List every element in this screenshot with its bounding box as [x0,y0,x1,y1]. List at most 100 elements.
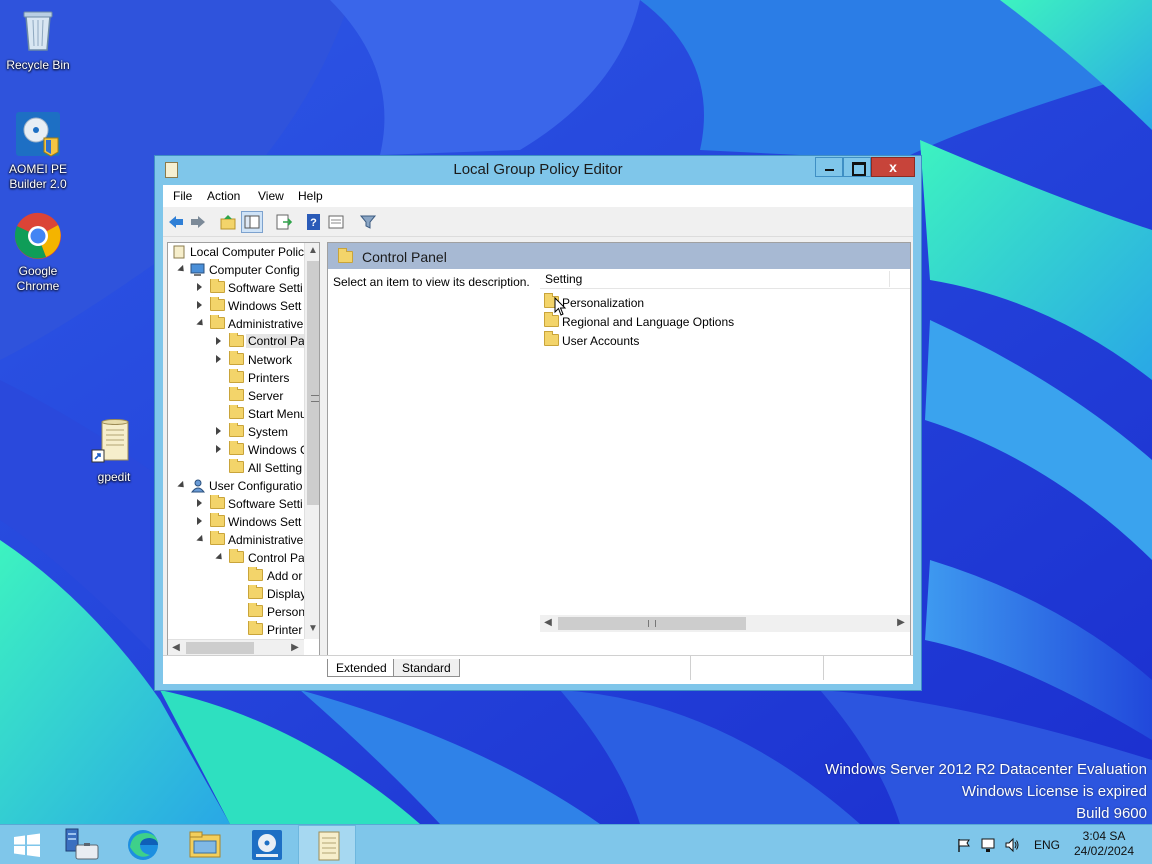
tree-item-administrative-templates[interactable]: Administrative [168,315,304,333]
up-folder-icon[interactable] [219,213,237,231]
taskbar: ENG 3:04 SA 24/02/2024 [0,824,1152,864]
tree-item-user-control-panel[interactable]: Control Pa [168,549,304,567]
expand-arrow-icon[interactable] [197,301,202,309]
tree-horizontal-scroll-thumb[interactable] [186,642,254,654]
aomei-disc-icon [252,830,282,860]
title-bar[interactable]: Local Group Policy Editor x [155,156,921,184]
collapse-arrow-icon[interactable] [196,318,206,329]
desktop-icon-aomei-pe-builder[interactable]: AOMEI PE Builder 2.0 [0,110,76,192]
clock-date: 24/02/2024 [1073,844,1135,858]
tree-item-windows-settings[interactable]: Windows Sett [168,297,304,315]
tree-horizontal-scrollbar[interactable]: ◀ ▶ [168,639,304,655]
tree-item-printers[interactable]: Printers [168,369,304,387]
tree-item-local-computer-policy[interactable]: Local Computer Polic [168,243,304,261]
tree-item-windows-components[interactable]: Windows C [168,441,304,459]
desktop-icon-gpedit[interactable]: gpedit [76,418,152,485]
tab-standard[interactable]: Standard [393,659,460,677]
tree-item-network[interactable]: Network [168,351,304,369]
computer-icon [190,263,205,276]
collapse-arrow-icon[interactable] [196,534,206,545]
folder-icon [229,549,244,563]
expand-arrow-icon[interactable] [216,337,221,345]
network-icon[interactable] [980,837,996,853]
taskbar-file-explorer[interactable] [176,825,234,864]
console-tree-pane[interactable]: Local Computer Polic Computer Config Sof… [167,242,320,656]
tree-item-label: Software Setti [228,497,303,511]
maximize-button[interactable] [843,157,871,177]
volume-icon[interactable] [1004,837,1020,853]
back-arrow-icon[interactable] [167,213,185,231]
tab-extended[interactable]: Extended [327,659,396,677]
scroll-right-icon[interactable]: ▶ [893,615,909,631]
desktop-icon-google-chrome[interactable]: Google Chrome [0,212,76,294]
taskbar-edge[interactable] [114,825,172,864]
tree-item-control-panel[interactable]: Control Pa [168,333,304,351]
expand-arrow-icon[interactable] [216,355,221,363]
tree-item-user-configuration[interactable]: User Configuratio [168,477,304,495]
tree-item-user-administrative-templates[interactable]: Administrative [168,531,304,549]
menu-action[interactable]: Action [207,189,240,203]
start-button[interactable] [0,825,58,864]
close-button[interactable]: x [871,157,915,177]
gpedit-scroll-icon [318,831,340,861]
menu-help[interactable]: Help [298,189,323,203]
taskbar-clock[interactable]: 3:04 SA 24/02/2024 [1066,829,1142,859]
tree-item-display[interactable]: Display [168,585,304,603]
tree-item-computer-configuration[interactable]: Computer Config [168,261,304,279]
tree-item-software-settings[interactable]: Software Setti [168,279,304,297]
tree-item-label: Printers [248,371,290,385]
expand-arrow-icon[interactable] [197,283,202,291]
tree-item-user-windows-settings[interactable]: Windows Sett [168,513,304,531]
taskbar-gpedit[interactable] [298,825,356,864]
tree-item-label: Person [267,605,304,619]
expand-arrow-icon[interactable] [197,517,202,525]
scroll-down-icon[interactable]: ▼ [305,621,319,637]
tree-item-system[interactable]: System [168,423,304,441]
collapse-arrow-icon[interactable] [177,480,187,491]
scroll-right-icon[interactable]: ▶ [287,640,303,655]
tree-item-all-settings[interactable]: All Setting [168,459,304,477]
show-hide-tree-button[interactable] [241,211,263,233]
tree-item-label: Computer Config [209,263,300,277]
properties-icon[interactable] [327,213,345,231]
folder-icon [229,405,244,419]
tree-item-start-menu[interactable]: Start Menu [168,405,304,423]
tree-vertical-scroll-thumb[interactable] [307,261,319,505]
scroll-up-icon[interactable]: ▲ [305,243,319,259]
taskbar-server-manager[interactable] [56,825,114,864]
tree-item-printers-user[interactable]: Printer [168,621,304,639]
collapse-arrow-icon[interactable] [215,552,225,563]
folder-icon [210,279,225,293]
collapse-arrow-icon[interactable] [177,264,187,275]
desktop-icon-recycle-bin[interactable]: Recycle Bin [0,6,76,73]
column-separator[interactable] [889,271,890,287]
menu-view[interactable]: View [258,189,284,203]
taskbar-aomei[interactable] [238,825,296,864]
expand-arrow-icon[interactable] [216,445,221,453]
tree-item-user-software-settings[interactable]: Software Setti [168,495,304,513]
tree-vertical-scrollbar[interactable]: ▲ ▼ [304,243,319,639]
tree-item-server[interactable]: Server [168,387,304,405]
input-language-indicator[interactable]: ENG [1034,838,1060,852]
expand-arrow-icon[interactable] [197,499,202,507]
scroll-left-icon[interactable]: ◀ [168,640,184,655]
tree-item-add-or-remove-programs[interactable]: Add or [168,567,304,585]
setting-column-header[interactable]: Setting [540,269,910,289]
help-icon[interactable]: ? [305,213,323,231]
column-header-setting[interactable]: Setting [545,272,582,286]
list-horizontal-scroll-thumb[interactable] [558,617,746,630]
filter-icon[interactable] [359,213,377,231]
minimize-button[interactable] [815,157,843,177]
group-policy-editor-window[interactable]: Local Group Policy Editor x File Action … [154,155,922,691]
list-horizontal-scrollbar[interactable]: ◀ ▶ [540,615,910,632]
scroll-left-icon[interactable]: ◀ [540,615,556,631]
all-settings-folder-icon [229,459,244,473]
policy-scroll-icon [173,245,185,259]
tree-item-label: Software Setti [228,281,303,295]
expand-arrow-icon[interactable] [216,427,221,435]
export-list-icon[interactable] [275,213,293,231]
action-center-flag-icon[interactable] [956,837,972,853]
menu-file[interactable]: File [173,189,192,203]
forward-arrow-icon[interactable] [189,213,207,231]
tree-item-personalization[interactable]: Person [168,603,304,621]
